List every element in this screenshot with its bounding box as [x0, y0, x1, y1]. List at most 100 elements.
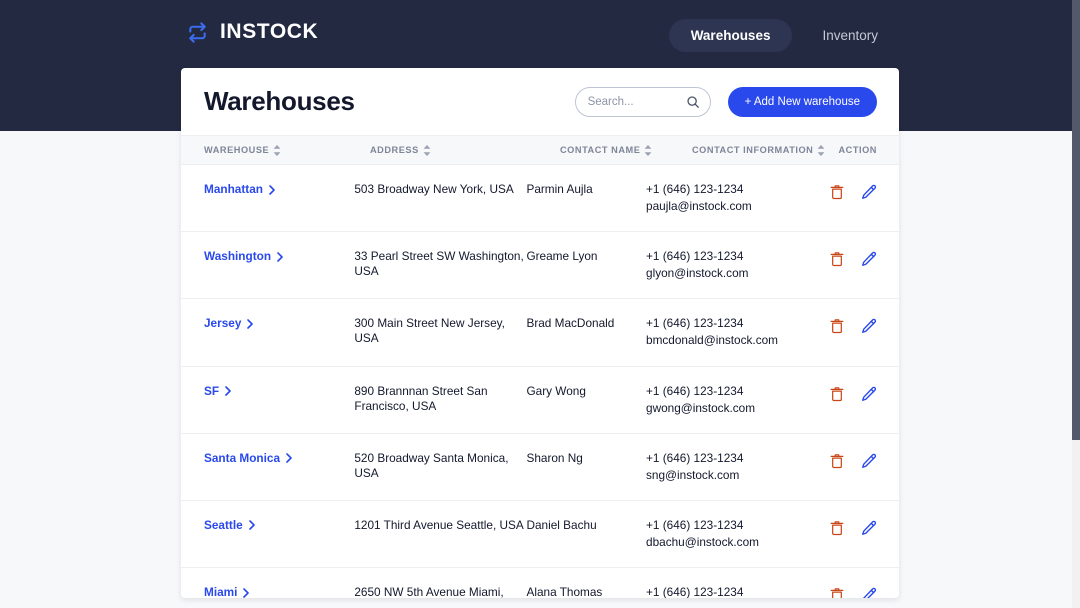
- row-actions: [784, 249, 877, 270]
- contact-email: bmcdonald@instock.com: [646, 333, 784, 348]
- warehouse-link[interactable]: Jersey: [204, 316, 253, 331]
- warehouse-link[interactable]: Manhattan: [204, 182, 275, 197]
- search-input[interactable]: [588, 96, 698, 108]
- card-header: Warehouses + Add New warehouse: [181, 68, 899, 135]
- column-header-warehouse[interactable]: WAREHOUSE: [204, 145, 370, 156]
- warehouse-link[interactable]: Miami: [204, 585, 249, 598]
- cell-contact-information: +1 (646) 123-1234 bmcdonald@instock.com: [646, 316, 784, 348]
- edit-button[interactable]: [861, 453, 877, 472]
- sort-icon[interactable]: [423, 145, 431, 156]
- warehouse-name: Miami: [204, 585, 237, 598]
- chevron-right-icon: [277, 252, 283, 262]
- warehouse-link[interactable]: Santa Monica: [204, 451, 292, 466]
- contact-phone: +1 (646) 123-1234: [646, 316, 784, 331]
- cell-warehouse: Santa Monica: [204, 451, 354, 466]
- warehouse-link[interactable]: SF: [204, 384, 231, 399]
- edit-button[interactable]: [861, 520, 877, 539]
- contact-email: sng@instock.com: [646, 468, 784, 483]
- cell-contact-information: +1 (646) 123-1234athomas@instock.com: [646, 585, 784, 598]
- contact-email: glyon@instock.com: [646, 266, 784, 281]
- sort-icon[interactable]: [273, 145, 281, 156]
- table-row: SF 890 Brannnan Street San Francisco, USA…: [181, 367, 899, 434]
- chevron-right-icon: [243, 588, 249, 598]
- cell-contact-name: Parmin Aujla: [526, 182, 646, 197]
- cell-contact-name: Daniel Bachu: [526, 518, 646, 533]
- cell-contact-name: Gary Wong: [526, 384, 646, 399]
- page-scrollbar-thumb[interactable]: [1072, 0, 1080, 440]
- table-row: Jersey 300 Main Street New Jersey, USABra…: [181, 299, 899, 366]
- table-row: Seattle 1201 Third Avenue Seattle, USADan…: [181, 501, 899, 568]
- chevron-right-icon: [286, 453, 292, 463]
- cell-warehouse: Seattle: [204, 518, 354, 533]
- add-new-warehouse-button[interactable]: + Add New warehouse: [728, 87, 877, 117]
- brand-logo[interactable]: INSTOCK: [186, 20, 318, 44]
- cell-warehouse: Manhattan: [204, 182, 354, 197]
- delete-button[interactable]: [830, 184, 844, 203]
- cell-address: 2650 NW 5th Avenue Miami, USA: [354, 585, 526, 598]
- table-header-row: WAREHOUSE ADDRESS CONTACT NAME: [181, 135, 899, 165]
- edit-button[interactable]: [861, 251, 877, 270]
- cell-warehouse: Miami: [204, 585, 354, 598]
- warehouse-name: SF: [204, 384, 219, 399]
- edit-button[interactable]: [861, 318, 877, 337]
- row-actions: [784, 316, 877, 337]
- table-body: Manhattan 503 Broadway New York, USAParmi…: [181, 165, 899, 598]
- delete-button[interactable]: [830, 251, 844, 270]
- warehouse-link[interactable]: Seattle: [204, 518, 255, 533]
- edit-button[interactable]: [861, 184, 877, 203]
- sort-icon[interactable]: [644, 145, 652, 156]
- search-box[interactable]: [575, 87, 711, 117]
- nav-link-inventory[interactable]: Inventory: [800, 19, 900, 52]
- search-icon[interactable]: [686, 95, 700, 114]
- row-actions: [784, 384, 877, 405]
- row-actions: [784, 451, 877, 472]
- cell-address: 503 Broadway New York, USA: [354, 182, 526, 197]
- table-row: Miami 2650 NW 5th Avenue Miami, USAAlana …: [181, 568, 899, 598]
- page-title: Warehouses: [204, 86, 575, 117]
- warehouse-link[interactable]: Washington: [204, 249, 283, 264]
- cell-contact-information: +1 (646) 123-1234 sng@instock.com: [646, 451, 784, 483]
- chevron-right-icon: [269, 185, 275, 195]
- cell-address: 300 Main Street New Jersey, USA: [354, 316, 526, 346]
- cell-warehouse: SF: [204, 384, 354, 399]
- row-actions: [784, 182, 877, 203]
- column-label: CONTACT NAME: [560, 145, 640, 155]
- sort-icon[interactable]: [817, 145, 825, 156]
- chevron-right-icon: [225, 386, 231, 396]
- edit-button[interactable]: [861, 386, 877, 405]
- cell-address: 1201 Third Avenue Seattle, USA: [354, 518, 526, 533]
- repeat-loop-icon: [186, 21, 209, 44]
- cell-contact-information: +1 (646) 123-1234 glyon@instock.com: [646, 249, 784, 281]
- cell-address: 890 Brannnan Street San Francisco, USA: [354, 384, 526, 414]
- warehouse-name: Santa Monica: [204, 451, 280, 466]
- column-header-contact-information[interactable]: CONTACT INFORMATION: [692, 145, 844, 156]
- warehouse-name: Manhattan: [204, 182, 263, 197]
- warehouse-name: Washington: [204, 249, 271, 264]
- chevron-right-icon: [247, 319, 253, 329]
- column-header-address[interactable]: ADDRESS: [370, 145, 560, 156]
- delete-button[interactable]: [830, 318, 844, 337]
- column-header-contact-name[interactable]: CONTACT NAME: [560, 145, 692, 156]
- contact-email: gwong@instock.com: [646, 401, 784, 416]
- delete-button[interactable]: [830, 587, 844, 598]
- cell-contact-name: Alana Thomas: [526, 585, 646, 598]
- delete-button[interactable]: [830, 453, 844, 472]
- page-scrollbar-track[interactable]: [1072, 0, 1080, 608]
- contact-phone: +1 (646) 123-1234: [646, 585, 784, 598]
- cell-contact-name: Brad MacDonald: [526, 316, 646, 331]
- cell-warehouse: Washington: [204, 249, 354, 264]
- contact-phone: +1 (646) 123-1234: [646, 451, 784, 466]
- delete-button[interactable]: [830, 520, 844, 539]
- table-row: Washington33 Pearl Street SW Washington,…: [181, 232, 899, 299]
- cell-contact-name: Sharon Ng: [526, 451, 646, 466]
- cell-contact-information: +1 (646) 123-1234paujla@instock.com: [646, 182, 784, 214]
- warehouses-card: Warehouses + Add New warehouse WAREHOUSE…: [181, 68, 899, 598]
- warehouse-name: Jersey: [204, 316, 241, 331]
- column-header-action: ACTION: [844, 145, 877, 155]
- contact-phone: +1 (646) 123-1234: [646, 249, 784, 264]
- delete-button[interactable]: [830, 386, 844, 405]
- edit-button[interactable]: [861, 587, 877, 598]
- table-row: Santa Monica520 Broadway Santa Monica, U…: [181, 434, 899, 501]
- nav-link-warehouses[interactable]: Warehouses: [669, 19, 793, 52]
- cell-contact-information: +1 (646) 123-1234dbachu@instock.com: [646, 518, 784, 550]
